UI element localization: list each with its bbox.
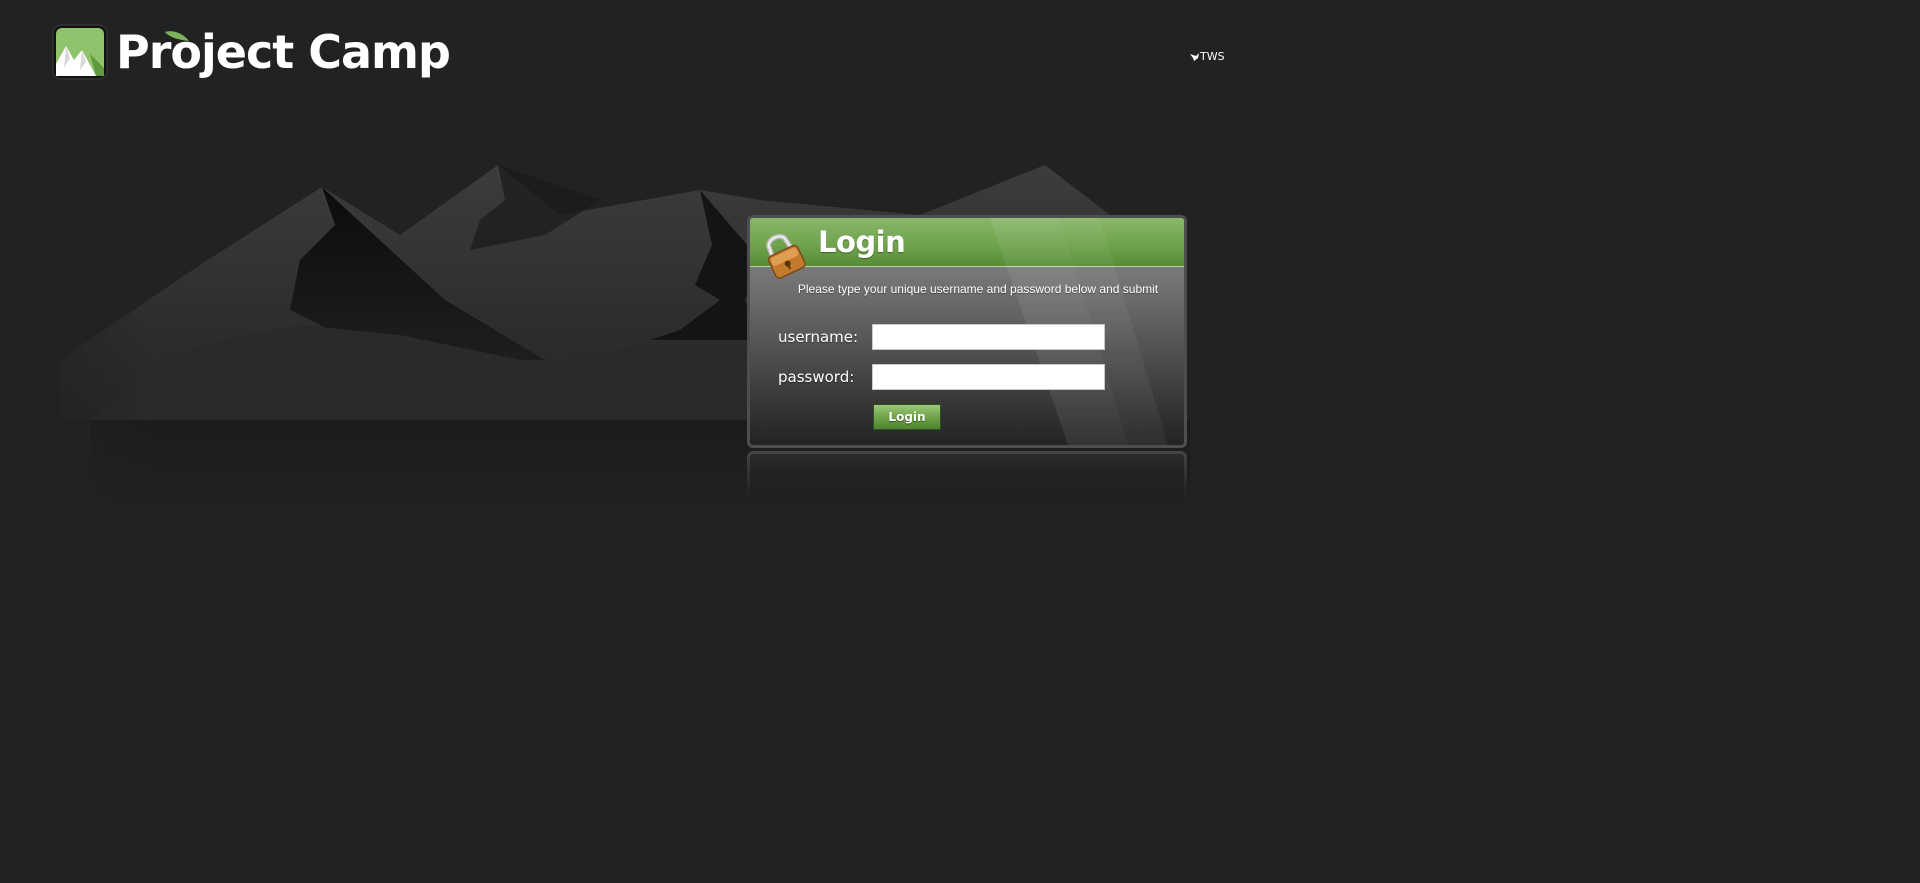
login-instructions: Please type your unique username and pas… xyxy=(797,282,1159,296)
password-input[interactable] xyxy=(872,364,1105,390)
brand-logo[interactable]: Project Camp xyxy=(52,24,451,80)
leaf-icon xyxy=(165,31,189,41)
login-page: Project Camp TWS Login Please type your … xyxy=(0,0,1920,883)
login-title: Login xyxy=(818,225,906,259)
login-panel: Login Please type your unique username a… xyxy=(747,215,1187,448)
mountain-logo-icon xyxy=(52,24,108,80)
padlock-icon xyxy=(766,233,806,279)
login-header xyxy=(750,218,1184,267)
username-input[interactable] xyxy=(872,324,1105,350)
tws-mark[interactable]: TWS xyxy=(1190,50,1225,63)
login-button[interactable]: Login xyxy=(873,404,941,430)
tws-bird-icon xyxy=(1190,52,1199,61)
password-label: password: xyxy=(778,368,855,386)
login-panel-reflection xyxy=(747,451,1187,497)
username-label: username: xyxy=(778,328,859,346)
tws-text: TWS xyxy=(1200,50,1225,63)
